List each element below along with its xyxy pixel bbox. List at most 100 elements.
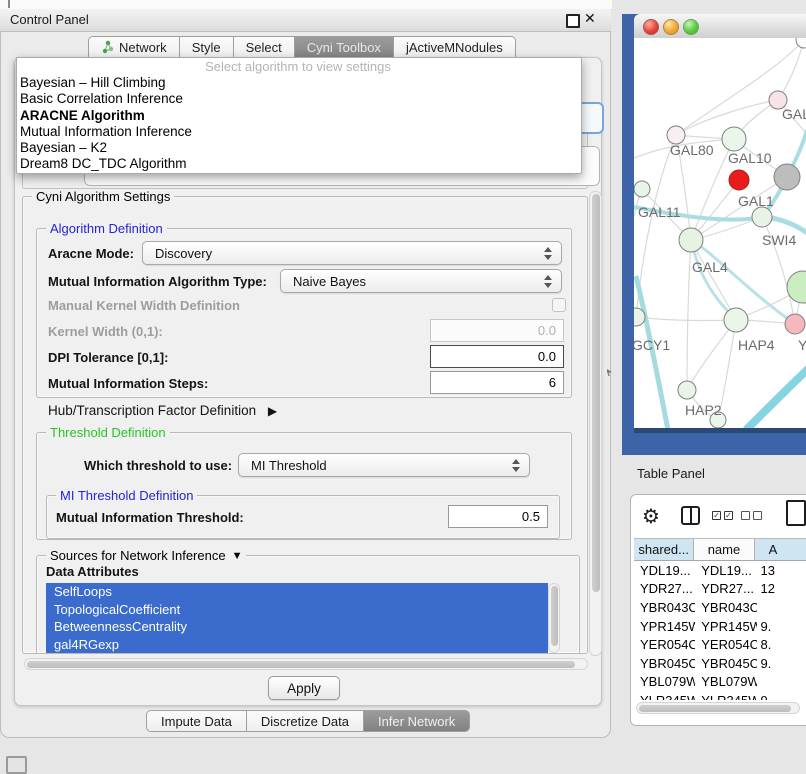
network-node-hap2[interactable] bbox=[678, 381, 696, 399]
collapse-down-arrow-icon[interactable]: ▼ bbox=[232, 550, 243, 562]
network-node-swi4[interactable] bbox=[752, 207, 772, 227]
select-all-checkboxes-icon[interactable]: ✓✓ bbox=[712, 511, 733, 520]
network-node[interactable] bbox=[774, 164, 800, 190]
tab-select[interactable]: Select bbox=[234, 36, 295, 58]
minimize-traffic-light-icon[interactable] bbox=[663, 19, 679, 35]
network-canvas-shadow bbox=[634, 428, 806, 433]
table-panel-title: Table Panel bbox=[637, 466, 705, 481]
network-node-label: HAP4 bbox=[738, 337, 775, 353]
data-attribute-item-selected[interactable]: gal4RGexp bbox=[46, 636, 548, 654]
new-file-icon[interactable] bbox=[786, 500, 806, 526]
table-cell: YBR045C bbox=[695, 656, 756, 671]
network-node-label: GAL4 bbox=[692, 259, 728, 275]
settings-gear-icon[interactable]: ⚙ bbox=[642, 504, 660, 528]
bottom-tab-infer-network[interactable]: Infer Network bbox=[364, 710, 470, 732]
network-node-gal10[interactable] bbox=[722, 127, 746, 151]
close-icon[interactable]: ✕ bbox=[584, 10, 596, 27]
network-node-label: GAL1 bbox=[738, 193, 774, 209]
algorithm-option[interactable]: Basic Correlation Inference bbox=[20, 91, 576, 107]
network-canvas[interactable]: GALGAL80GAL10GAL1GAL11SWI4GAL4GCY1HAP4YH… bbox=[634, 38, 806, 428]
algorithm-option[interactable]: Mutual Information Inference bbox=[20, 124, 576, 140]
table-cell: YER054C bbox=[634, 637, 695, 652]
network-node-label: HAP2 bbox=[685, 402, 722, 418]
table-row[interactable]: YPR145WYPR145W9. bbox=[634, 617, 806, 636]
settings-horizontal-scrollbar[interactable] bbox=[24, 658, 588, 670]
table-row[interactable]: YBL079WYBL079W bbox=[634, 673, 806, 692]
bottom-tab-impute-data[interactable]: Impute Data bbox=[146, 710, 247, 732]
bottom-tab-discretize-data[interactable]: Discretize Data bbox=[247, 710, 364, 732]
dpi-tolerance-label: DPI Tolerance [0,1]: bbox=[48, 350, 168, 365]
table-horizontal-scrollbar[interactable] bbox=[636, 702, 800, 714]
table-row[interactable]: YER054CYER054C8. bbox=[634, 635, 806, 654]
tab-label: Network bbox=[119, 40, 167, 55]
apply-button[interactable]: Apply bbox=[268, 676, 340, 700]
algorithm-option[interactable]: Bayesian – K2 bbox=[20, 140, 576, 156]
network-tab-icon bbox=[101, 40, 114, 54]
network-node-gal11[interactable] bbox=[634, 181, 650, 197]
column-header-2[interactable]: name bbox=[694, 539, 754, 560]
column-layout-icon[interactable] bbox=[681, 506, 700, 525]
kernel-width-label: Kernel Width (0,1): bbox=[48, 324, 163, 339]
column-header-1[interactable]: shared... bbox=[634, 539, 694, 560]
table-row[interactable]: YBR045CYBR045C9. bbox=[634, 654, 806, 673]
aracne-mode-select[interactable]: Discovery bbox=[142, 241, 562, 265]
sources-title: Sources for Network Inference ▼ bbox=[46, 548, 246, 563]
stepper-arrows-icon bbox=[544, 275, 552, 288]
data-attribute-item-selected[interactable]: SelfLoops bbox=[46, 583, 548, 601]
network-node-label: GAL80 bbox=[670, 142, 714, 158]
hub-definition-expander[interactable]: Hub/Transcription Factor Definition ▶ bbox=[48, 403, 277, 418]
tab-cyni-toolbox[interactable]: Cyni Toolbox bbox=[295, 36, 394, 58]
table-row[interactable]: YDR27...YDR27...12 bbox=[634, 580, 806, 599]
algorithm-option[interactable]: Bayesian – Hill Climbing bbox=[20, 75, 576, 91]
collapsed-panel-icon[interactable] bbox=[6, 756, 27, 774]
algorithm-option[interactable]: Dream8 DC_TDC Algorithm bbox=[20, 156, 576, 172]
network-node-hap4[interactable] bbox=[724, 308, 748, 332]
table-cell: 9. bbox=[757, 656, 806, 671]
tab-label: Cyni Toolbox bbox=[307, 40, 381, 55]
data-attribute-item-selected[interactable]: BetweennessCentrality bbox=[46, 618, 548, 636]
network-window-titlebar[interactable] bbox=[634, 14, 806, 39]
float-window-icon[interactable] bbox=[566, 14, 580, 28]
table-cell: YDL19... bbox=[695, 563, 756, 578]
tab-style[interactable]: Style bbox=[180, 36, 234, 58]
data-attribute-item-selected[interactable]: TopologicalCoefficient bbox=[46, 601, 548, 619]
close-traffic-light-icon[interactable] bbox=[643, 19, 659, 35]
deselect-checkboxes-icon[interactable] bbox=[741, 511, 762, 520]
settings-vertical-scrollbar[interactable] bbox=[589, 191, 602, 656]
aracne-mode-value: Discovery bbox=[143, 246, 212, 261]
column-header-3[interactable]: A bbox=[755, 539, 806, 560]
table-cell: YBR043C bbox=[634, 600, 695, 615]
network-node-y[interactable] bbox=[785, 314, 805, 334]
kernel-width-field[interactable]: 0.0 bbox=[430, 319, 564, 342]
network-node-label: GAL bbox=[782, 106, 806, 122]
sources-title-text: Sources for Network Inference bbox=[50, 548, 226, 563]
which-threshold-value: MI Threshold bbox=[239, 458, 327, 473]
table-row[interactable]: YDL19...YDL19...13 bbox=[634, 561, 806, 580]
control-panel-titlebar bbox=[0, 9, 611, 32]
mi-algorithm-type-select[interactable]: Naive Bayes bbox=[280, 269, 562, 293]
attributes-list-scrollbar[interactable] bbox=[548, 583, 560, 653]
which-threshold-select[interactable]: MI Threshold bbox=[238, 453, 530, 477]
algorithm-option[interactable]: ARACNE Algorithm bbox=[20, 108, 576, 124]
table-cell: YBR043C bbox=[695, 600, 756, 615]
manual-kernel-width-checkbox[interactable] bbox=[552, 298, 566, 312]
tab-network[interactable]: Network bbox=[88, 36, 180, 58]
zoom-traffic-light-icon[interactable] bbox=[683, 19, 699, 35]
network-node-label: GAL10 bbox=[728, 150, 772, 166]
table-row[interactable]: YLR345WYLR345W9. bbox=[634, 691, 806, 700]
network-node-gal4[interactable] bbox=[679, 228, 703, 252]
splitter-handle[interactable] bbox=[8, 0, 10, 8]
mi-algorithm-type-label: Mutual Information Algorithm Type: bbox=[48, 274, 267, 289]
network-node-gal1[interactable] bbox=[729, 170, 749, 190]
table-cell: YBL079W bbox=[695, 674, 756, 689]
network-node-label: Y bbox=[798, 337, 806, 353]
mi-threshold-field[interactable]: 0.5 bbox=[448, 505, 548, 528]
table-cell: YPR145W bbox=[695, 619, 756, 634]
table-row[interactable]: YBR043CYBR043C bbox=[634, 598, 806, 617]
network-node-label: GCY1 bbox=[634, 337, 670, 353]
mi-steps-field[interactable]: 6 bbox=[430, 371, 564, 394]
tab-jactivemnodules[interactable]: jActiveMNodules bbox=[394, 36, 516, 58]
table-cell: 8. bbox=[757, 637, 806, 652]
mi-threshold-label: Mutual Information Threshold: bbox=[56, 510, 244, 525]
dpi-tolerance-field[interactable]: 0.0 bbox=[430, 345, 564, 368]
